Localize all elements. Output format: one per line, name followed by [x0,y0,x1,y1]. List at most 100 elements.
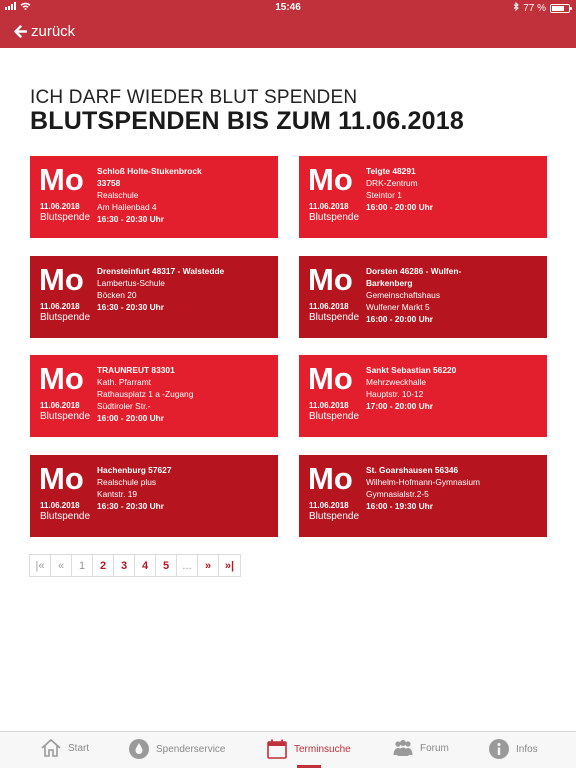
pagination-ellipsis: ... [177,555,198,576]
bluetooth-icon [513,1,519,14]
detail-line: Südtiroler Str.- [97,401,151,411]
people-icon [392,738,414,758]
detail-line: Böcken 20 [97,290,137,300]
tab-label: Infos [516,743,538,755]
detail-line: Kath. Pfarramt [97,377,151,387]
battery-percent: 77 % [523,2,546,14]
page-4-button[interactable]: 4 [135,555,156,576]
detail-line: Wulfener Markt 5 [366,302,430,312]
tab-label: Terminsuche [294,743,351,755]
appointment-hours: 16:00 - 20:00 Uhr [366,314,434,324]
detail-line: Wilhelm-Hofmann-Gymnasium [366,477,481,487]
appointment-card[interactable]: Mo 11.06.2018 Blutspende Drensteinfurt 4831… [30,256,278,338]
appointment-card[interactable]: Mo 11.06.2018 Blutspende TRAUNREUT 83301 Kat… [30,355,278,437]
appointment-type: Blutspende [40,312,91,323]
appointment-date: 11.06.2018 [40,401,80,410]
battery-fill [552,5,565,11]
page-5-button[interactable]: 5 [156,555,177,576]
appointment-type: Blutspende [309,212,360,223]
prev-page-button[interactable]: « [51,555,72,576]
detail-line: Mehrzweckhalle [366,377,427,387]
appointment-date: 11.06.2018 [309,501,349,510]
page-3-button[interactable]: 3 [114,555,135,576]
detail-line: Gymnasialstr.2-5 [366,489,429,499]
appointment-date: 11.06.2018 [309,401,349,410]
location-name: Barkenberg [366,278,413,288]
page-2-button[interactable]: 2 [93,555,114,576]
tab-spenderservice[interactable]: Spenderservice [128,738,225,760]
status-right: 77 % [513,1,572,14]
appointment-hours: 16:00 - 19:30 Uhr [366,501,434,511]
weekday-label: Mo [308,162,353,197]
first-page-button[interactable]: |« [30,555,51,576]
appointment-date: 11.06.2018 [40,501,80,510]
appointment-type: Blutspende [309,312,360,323]
weekday-label: Mo [39,262,84,297]
detail-line: Realschule [97,190,139,200]
detail-line: Kantstr. 19 [97,489,138,499]
detail-line: DRK-Zentrum [366,178,418,188]
appointment-details: Drensteinfurt 48317 - Walstedde Lambertus… [97,265,273,313]
battery-icon [550,3,572,13]
weekday-label: Mo [39,461,84,496]
tab-label: Forum [420,742,449,754]
appointment-hours: 16:30 - 20:30 Uhr [97,501,165,511]
detail-line: Lambertus-Schule [97,278,165,288]
tab-terminsuche[interactable]: Terminsuche [266,738,351,760]
page-title: BLUTSPENDEN BIS ZUM 11.06.2018 [30,107,464,135]
nav-bar: zurück [0,16,576,48]
next-page-button[interactable]: » [198,555,219,576]
appointment-card[interactable]: Mo 11.06.2018 Blutspende Dorsten 46286 - Wu… [299,256,547,338]
appointment-card[interactable]: Mo 11.06.2018 Blutspende Hachenburg 57627 Re… [30,455,278,537]
appointment-type: Blutspende [40,212,91,223]
calendar-icon [266,738,288,760]
back-label: zurück [31,23,76,40]
appointment-card[interactable]: Mo 11.06.2018 Blutspende Sankt Sebastian 56… [299,355,547,437]
appointment-card[interactable]: Mo 11.06.2018 Blutspende St. Goarshausen 56… [299,455,547,537]
pagination: |« « 1 2 3 4 5 ... » »| [29,554,241,577]
location-name: 33758 [97,178,121,188]
appointment-details: Dorsten 46286 - Wulfen- Barkenberg Gemeins… [366,265,542,325]
last-page-button[interactable]: »| [219,555,240,576]
detail-line: Am Hallenbad 4 [97,202,157,212]
info-icon [488,738,510,760]
page-subtitle: ICH DARF WIEDER BLUT SPENDEN [30,87,358,108]
weekday-label: Mo [39,361,84,396]
detail-line: Steintor 1 [366,190,402,200]
house-icon [40,738,62,758]
location-name: Telgte 48291 [366,166,416,176]
appointment-card[interactable]: Mo 11.06.2018 Blutspende Schloß Holte-Stuke… [30,156,278,238]
appointment-type: Blutspende [309,411,360,422]
detail-line: Hauptstr. 10-12 [366,389,424,399]
location-name: Dorsten 46286 - Wulfen- [366,266,462,276]
appointment-type: Blutspende [40,411,91,422]
location-name: TRAUNREUT 83301 [97,365,175,375]
appointment-card[interactable]: Mo 11.06.2018 Blutspende Telgte 48291 DRK-Ze… [299,156,547,238]
appointment-details: Telgte 48291 DRK-Zentrum Steintor 1 16:00 -… [366,165,542,213]
appointment-date: 11.06.2018 [309,302,349,311]
appointment-details: Sankt Sebastian 56220 Mehrzweckhalle Haupt… [366,364,542,412]
appointment-hours: 16:30 - 20:30 Uhr [97,302,165,312]
weekday-label: Mo [308,262,353,297]
appointment-type: Blutspende [309,511,360,522]
detail-line: Realschule plus [97,477,157,487]
location-name: Schloß Holte-Stukenbrock [97,166,202,176]
location-name: Hachenburg 57627 [97,465,172,475]
status-bar: 15:46 77 % [0,0,576,16]
tab-infos[interactable]: Infos [488,738,538,760]
tab-start[interactable]: Start [40,738,89,758]
appointment-date: 11.06.2018 [309,202,349,211]
appointment-date: 11.06.2018 [40,302,80,311]
tab-bar: Start Spenderservice Terminsuche Forum I… [0,731,576,768]
tab-forum[interactable]: Forum [392,738,449,758]
location-name: Sankt Sebastian 56220 [366,365,457,375]
location-name: Drensteinfurt 48317 - Walstedde [97,266,225,276]
detail-line: Rathausplatz 1 a -Zugang [97,389,194,399]
page-1-button[interactable]: 1 [72,555,93,576]
detail-line: Gemeinschaftshaus [366,290,441,300]
location-name: St. Goarshausen 56346 [366,465,459,475]
appointment-hours: 17:00 - 20:00 Uhr [366,401,434,411]
back-button[interactable]: zurück [14,23,75,40]
weekday-label: Mo [308,461,353,496]
appointment-hours: 16:00 - 20:00 Uhr [366,202,434,212]
